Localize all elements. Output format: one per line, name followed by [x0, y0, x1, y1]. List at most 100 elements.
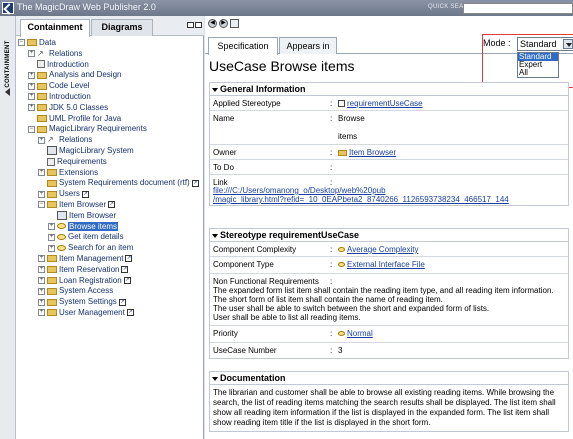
tree-node-label: Code Level	[49, 81, 90, 91]
expand-icon[interactable]: +	[48, 233, 55, 241]
tree-node-label: Get item details	[68, 232, 124, 242]
external-link-icon[interactable]: ↗	[118, 298, 126, 306]
chevron-down-icon[interactable]	[563, 39, 573, 49]
diagram-icon	[57, 211, 67, 221]
expand-icon[interactable]: +	[28, 50, 35, 58]
tree-node[interactable]: + Search for an item	[48, 243, 133, 252]
tree-node-label: Analysis and Design	[49, 70, 122, 80]
expand-icon[interactable]: +	[48, 222, 55, 230]
tree-node[interactable]: + System Settings ↗	[38, 297, 126, 306]
expand-icon[interactable]: +	[38, 298, 45, 306]
external-link-icon[interactable]: ↗	[125, 255, 133, 263]
tree-node[interactable]: + Analysis and Design	[28, 70, 121, 79]
tree-node[interactable]: UML Profile for Java	[28, 114, 121, 123]
left-panel: Containment Diagrams − Data + ↗ Relations Int…	[16, 16, 204, 439]
component-type-link[interactable]: External Interface File	[347, 260, 425, 269]
back-icon[interactable]: ◀	[208, 19, 217, 28]
external-link-icon[interactable]: ↗	[191, 179, 199, 187]
tab-diagrams[interactable]: Diagrams	[91, 19, 153, 36]
expand-icon[interactable]: +	[38, 255, 45, 263]
mode-select[interactable]: Standard	[517, 37, 573, 51]
tab-containment[interactable]: Containment	[20, 19, 90, 37]
folder-icon	[47, 266, 57, 274]
expand-icon[interactable]: +	[28, 93, 35, 101]
applied-stereotype-link[interactable]: requirementUseCase	[347, 99, 423, 108]
tree-node[interactable]: + Introduction	[28, 92, 91, 101]
tree-node-label: System Access	[59, 286, 114, 296]
tree-node[interactable]: Item Browser	[48, 210, 117, 221]
tree-node[interactable]: + User Management ↗	[38, 308, 134, 317]
folder-icon	[37, 125, 47, 133]
collapse-arrow-icon[interactable]	[5, 88, 10, 96]
tree-node[interactable]: MagicLibrary System	[38, 146, 134, 156]
print-icon[interactable]	[230, 19, 239, 28]
general-information-section: General Information Applied Stereotype :…	[209, 82, 569, 206]
expand-icon[interactable]: +	[28, 104, 35, 112]
link-url-line1[interactable]: file:///C:/Users/omanong_o/Desktop/web%2…	[213, 186, 386, 195]
external-link-icon[interactable]: ↗	[126, 309, 134, 317]
tree-node-label: System Requirements document (rtf)	[59, 178, 190, 188]
usecase-number-value: 3	[338, 346, 343, 355]
tree-node[interactable]: + System Access	[38, 286, 113, 295]
usecase-number-label: UseCase Number	[213, 346, 277, 355]
nfr-line: User shall be able to list all reading i…	[213, 313, 361, 322]
tree-node[interactable]: + Code Level	[28, 81, 89, 90]
minimize-panel-icon[interactable]	[187, 22, 194, 28]
tree-node-label: Item Reservation	[59, 264, 120, 274]
maximize-panel-icon[interactable]	[195, 22, 202, 28]
tree-node-label: Item Browser	[69, 210, 117, 220]
document-icon	[37, 60, 45, 69]
applied-stereotype-value: requirementUseCase	[338, 99, 423, 108]
expand-icon[interactable]: +	[48, 244, 55, 252]
containment-side-tab[interactable]: CONTAINMENT	[0, 16, 16, 439]
tree-node[interactable]: + Users ↗	[38, 189, 89, 198]
tree-node[interactable]: System Requirements document (rtf) ↗	[38, 178, 199, 187]
documentation-header[interactable]: Documentation	[210, 372, 568, 385]
external-link-icon[interactable]: ↗	[108, 201, 116, 209]
tree-node[interactable]: + JDK 5.0 Classes	[28, 103, 108, 112]
tab-specification[interactable]: Specification	[208, 37, 278, 55]
tree-node[interactable]: + Browse items	[48, 221, 119, 231]
tree-node[interactable]: + Get item details	[48, 232, 124, 241]
expand-icon[interactable]: +	[38, 190, 45, 198]
tree-node-label: Browse items	[68, 221, 119, 231]
tree-node[interactable]: − Item Browser ↗	[38, 200, 116, 209]
mode-option-all[interactable]: All	[518, 69, 558, 77]
expand-icon[interactable]: +	[38, 276, 45, 284]
expand-icon[interactable]: +	[28, 71, 35, 79]
tree-node[interactable]: + Loan Registration ↗	[38, 276, 131, 285]
tab-appears-in[interactable]: Appears in	[279, 37, 337, 54]
stereotype-header[interactable]: Stereotype requirementUseCase	[210, 229, 568, 242]
complexity-link[interactable]: Average Complexity	[347, 245, 418, 254]
tree-node[interactable]: + ↗ Relations	[28, 49, 82, 58]
tree-node[interactable]: Requirements	[38, 157, 107, 166]
tree-node[interactable]: − Data	[18, 38, 56, 47]
tree-node[interactable]: + Item Management ↗	[38, 254, 133, 263]
tree-node[interactable]: − MagicLibrary Requirements	[28, 124, 147, 133]
link-url-line2[interactable]: /magic_library.html?refid=_10_0EAPbeta2_…	[213, 195, 509, 204]
folder-icon	[47, 201, 57, 209]
external-link-icon[interactable]: ↗	[81, 190, 89, 198]
expand-icon[interactable]: +	[38, 168, 45, 176]
forward-icon[interactable]: ▶	[219, 19, 228, 28]
tree-node[interactable]: + ↗ Relations	[38, 135, 92, 144]
tree-node[interactable]: Introduction	[28, 60, 89, 69]
collapse-icon[interactable]: −	[28, 125, 35, 133]
external-link-icon[interactable]: ↗	[121, 266, 129, 274]
expand-icon[interactable]: +	[38, 266, 45, 274]
expand-icon[interactable]: +	[28, 82, 35, 90]
tree-node[interactable]: + Item Reservation ↗	[38, 264, 129, 274]
collapse-icon[interactable]: −	[18, 39, 25, 47]
general-information-header[interactable]: General Information	[210, 83, 568, 96]
folder-icon	[47, 298, 57, 306]
expand-icon[interactable]: +	[38, 136, 45, 144]
priority-link[interactable]: Normal	[347, 329, 373, 338]
collapse-icon[interactable]: −	[38, 201, 45, 209]
external-link-icon[interactable]: ↗	[123, 276, 131, 284]
expand-icon[interactable]: +	[38, 287, 45, 295]
expand-icon[interactable]: +	[38, 309, 45, 317]
quick-search-input[interactable]	[463, 3, 573, 14]
owner-link[interactable]: Item Browser	[349, 148, 396, 157]
tree-node[interactable]: + Extensions	[38, 168, 98, 177]
tree-node-label: Introduction	[49, 92, 91, 101]
